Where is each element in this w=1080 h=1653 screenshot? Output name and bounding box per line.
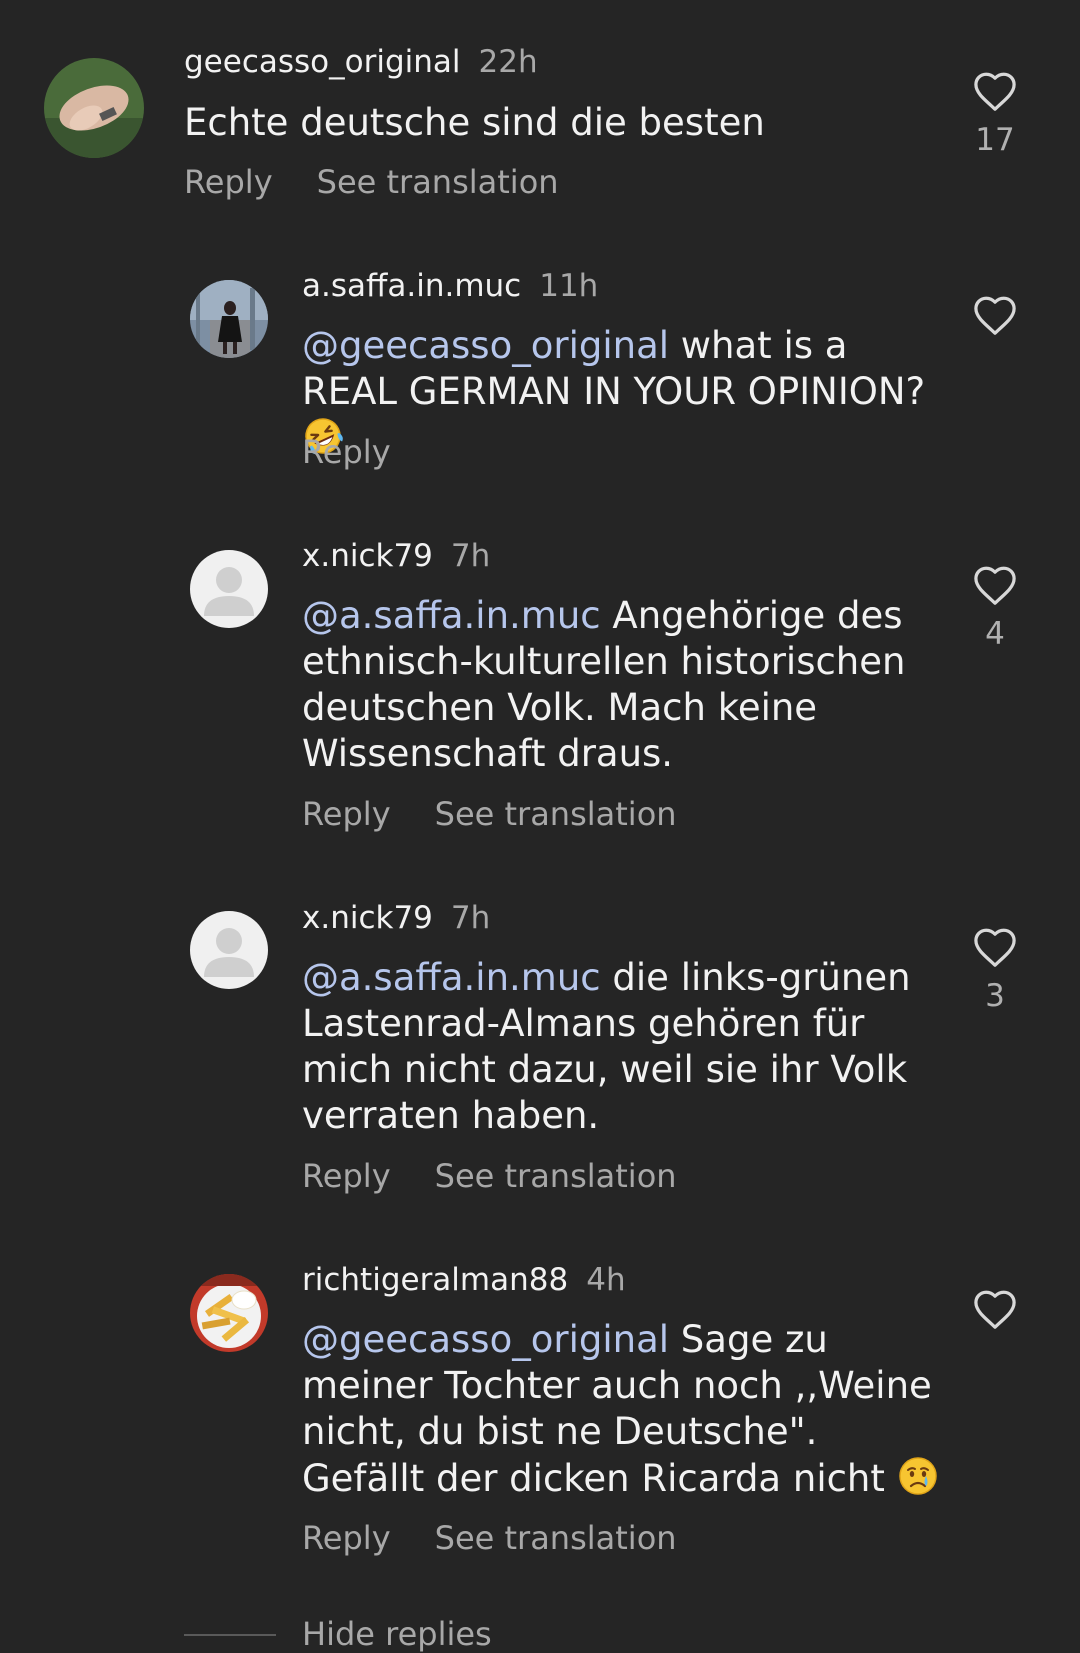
- divider: [184, 1634, 276, 1636]
- heart-icon[interactable]: [972, 926, 1018, 968]
- reply-button[interactable]: Reply: [184, 163, 273, 201]
- timestamp: 22h: [478, 44, 538, 80]
- mention-link[interactable]: @a.saffa.in.muc: [302, 956, 601, 999]
- username[interactable]: x.nick79: [302, 900, 433, 936]
- avatar[interactable]: [190, 1274, 268, 1352]
- timestamp: 4h: [586, 1262, 626, 1298]
- see-translation-button[interactable]: See translation: [435, 1157, 677, 1195]
- see-translation-button[interactable]: See translation: [435, 1519, 677, 1557]
- hide-replies-row: Hide replies: [184, 1612, 1080, 1653]
- see-translation-button[interactable]: See translation: [317, 163, 559, 201]
- timestamp: 7h: [450, 900, 491, 936]
- comment-text: @a.saffa.in.muc Angehörige des ethnisch-…: [302, 593, 942, 777]
- heart-icon[interactable]: [972, 564, 1018, 606]
- avatar[interactable]: [190, 280, 268, 358]
- comment-text: @geecasso_original what is a REAL GERMAN…: [302, 323, 942, 467]
- heart-icon[interactable]: [972, 294, 1018, 336]
- mention-link[interactable]: @geecasso_original: [302, 324, 669, 367]
- reply-button[interactable]: Reply: [302, 795, 391, 833]
- like-count: 4: [985, 616, 1005, 652]
- heart-icon[interactable]: [972, 1288, 1018, 1330]
- username[interactable]: richtigeralman88: [302, 1262, 568, 1298]
- see-translation-button[interactable]: See translation: [435, 795, 677, 833]
- default-avatar-icon: [190, 550, 268, 628]
- comment-text: @a.saffa.in.muc die links-grünen Lastenr…: [302, 955, 942, 1139]
- default-avatar-icon: [190, 911, 268, 989]
- comment-text: Echte deutsche sind die besten: [184, 100, 924, 146]
- comment-body: Echte deutsche sind die besten: [184, 101, 765, 144]
- reply-button[interactable]: Reply: [302, 433, 391, 471]
- like-count: 17: [975, 122, 1015, 158]
- timestamp: 11h: [539, 268, 599, 304]
- reply-button[interactable]: Reply: [302, 1157, 391, 1195]
- username[interactable]: geecasso_original: [184, 44, 461, 80]
- hide-replies-button[interactable]: Hide replies: [302, 1612, 492, 1653]
- crying-face-icon: [897, 1455, 939, 1508]
- comment-text: @geecasso_original Sage zu meiner Tochte…: [302, 1317, 942, 1508]
- like-count: 3: [985, 978, 1005, 1014]
- heart-icon[interactable]: [972, 70, 1018, 112]
- username[interactable]: a.saffa.in.muc: [302, 268, 521, 304]
- username[interactable]: x.nick79: [302, 538, 433, 574]
- reply-button[interactable]: Reply: [302, 1519, 391, 1557]
- avatar[interactable]: [190, 911, 268, 989]
- avatar[interactable]: [44, 58, 144, 158]
- mention-link[interactable]: @a.saffa.in.muc: [302, 594, 601, 637]
- avatar[interactable]: [190, 550, 268, 628]
- mention-link[interactable]: @geecasso_original: [302, 1318, 669, 1361]
- timestamp: 7h: [450, 538, 491, 574]
